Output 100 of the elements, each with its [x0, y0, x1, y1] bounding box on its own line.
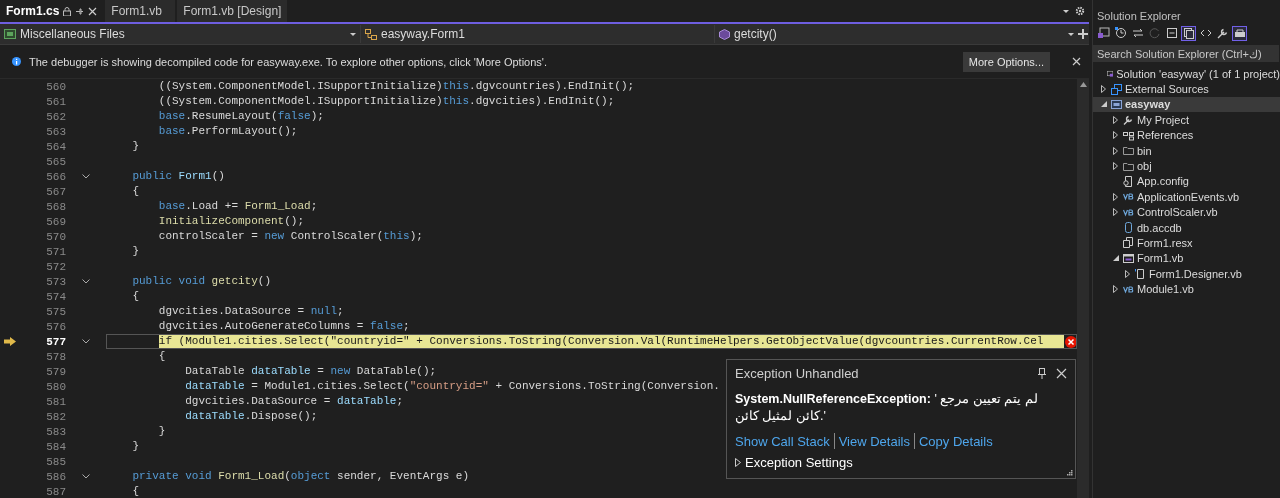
code-line: { [158, 349, 166, 364]
stacked-windows-icon [1111, 83, 1122, 95]
file-tab[interactable]: Form1.vb [105, 0, 176, 22]
toolbar-button[interactable] [1232, 25, 1247, 41]
line-number: 585 [45, 455, 66, 468]
project-dropdown[interactable]: Miscellaneous Files [0, 25, 360, 43]
line-number: 587 [45, 485, 66, 498]
line-number: 586 [45, 470, 66, 483]
line-number: 574 [45, 290, 66, 303]
collapse-chevron-icon[interactable] [82, 474, 90, 479]
refresh-icon [1148, 27, 1161, 39]
collapse-chevron-icon[interactable] [82, 339, 90, 344]
close-icon[interactable] [1056, 368, 1067, 379]
tree-item[interactable]: App.config [1093, 173, 1280, 190]
show-all-files-icon [1182, 27, 1195, 39]
code-line: DataTable dataTable = new DataTable(); [185, 364, 437, 379]
tree-item[interactable]: db.accdb [1093, 219, 1280, 236]
wrench-icon [1216, 27, 1229, 39]
dropdown-caret-icon[interactable] [1063, 9, 1069, 13]
collapse-chevron-icon[interactable] [82, 279, 90, 284]
class-icon [365, 28, 377, 40]
member-dropdown[interactable]: getcity() [714, 25, 1078, 43]
expand-triangle-icon[interactable] [1113, 115, 1118, 124]
popup-link[interactable]: View Details [838, 433, 910, 449]
code-line: } [132, 244, 139, 259]
line-number: 583 [45, 425, 66, 438]
toolbar-button[interactable] [1164, 25, 1179, 41]
expanded-triangle-icon[interactable] [1100, 101, 1107, 108]
tree-item[interactable]: obj [1093, 158, 1280, 174]
cube-icon [719, 28, 730, 40]
exception-settings-toggle[interactable]: Exception Settings [735, 455, 853, 470]
file-tab[interactable]: Form1.vb [Design] [177, 0, 288, 22]
code-line: ((System.ComponentModel.ISupportInitialize)this.dgvcountries).EndInit(); [158, 79, 635, 94]
close-icon[interactable] [1072, 57, 1081, 66]
code-line: } [158, 424, 166, 439]
code-line: public void getcity() [132, 274, 272, 289]
code-line: base.PerformLayout(); [158, 124, 298, 139]
tree-item[interactable]: Module1.vb [1093, 281, 1280, 297]
popup-link[interactable]: Show Call Stack [735, 433, 830, 449]
line-number: 579 [45, 365, 66, 378]
solution-icon [1097, 27, 1110, 39]
toolbar-button[interactable] [1113, 25, 1128, 41]
csharp-file-icon [4, 29, 16, 39]
tree-item[interactable]: Solution 'easyway' (1 of 1 project) [1093, 66, 1280, 82]
info-message: The debugger is showing decompiled code for easyway.exe. To explore other options, click 'More Options'. [29, 55, 548, 68]
line-number: 566 [45, 170, 66, 183]
tree-item[interactable]: Form1.resx [1093, 235, 1280, 251]
expand-triangle-icon[interactable] [1101, 85, 1106, 94]
scroll-up-icon[interactable] [1079, 82, 1087, 87]
tree-item[interactable]: Form1.Designer.vb [1093, 266, 1280, 282]
search-field[interactable]: Search Solution Explorer (Ctrl+ك) [1093, 45, 1279, 62]
expanded-triangle-icon[interactable] [1112, 255, 1119, 262]
line-number: 577 [45, 335, 66, 348]
expand-triangle-icon[interactable] [1113, 131, 1118, 140]
code-icon [1199, 27, 1212, 39]
tree-item[interactable]: External Sources [1093, 81, 1280, 97]
expand-triangle-icon[interactable] [1113, 285, 1118, 294]
more-options-button[interactable]: More Options... [962, 51, 1050, 72]
expand-triangle-icon[interactable] [1125, 269, 1130, 278]
type-dropdown[interactable]: easyway.Form1 [360, 25, 714, 43]
code-line: ((System.ComponentModel.ISupportInitialize)this.dgvcities).EndInit(); [158, 94, 615, 109]
line-number: 580 [45, 380, 66, 393]
tree-item[interactable]: easyway [1093, 96, 1280, 113]
toolbar-button[interactable] [1181, 25, 1196, 41]
code-line: { [132, 484, 139, 498]
resource-file-icon [1123, 237, 1134, 249]
pin-icon[interactable] [1038, 368, 1046, 379]
split-window-icon[interactable] [1078, 29, 1088, 39]
line-number: 561 [45, 95, 66, 108]
preview-icon [1233, 27, 1246, 39]
tree-item[interactable]: ApplicationEvents.vb [1093, 189, 1280, 205]
code-line: dgvcities.DataSource = dataTable; [185, 394, 404, 409]
tree-item[interactable]: References [1093, 127, 1280, 143]
tree-item[interactable]: ControlScaler.vb [1093, 204, 1280, 220]
tree-item[interactable]: Form1.vb [1093, 250, 1280, 267]
popup-link[interactable]: Copy Details [918, 433, 993, 449]
wrench-icon [1123, 114, 1134, 126]
close-icon[interactable] [88, 6, 98, 16]
expand-triangle-icon[interactable] [1113, 162, 1118, 171]
expand-triangle-icon[interactable] [1113, 146, 1118, 155]
collapse-chevron-icon[interactable] [82, 174, 90, 179]
code-line: { [132, 289, 139, 304]
resize-grip-icon[interactable] [1066, 469, 1073, 476]
line-number: 584 [45, 440, 66, 453]
line-number: 569 [45, 215, 66, 228]
line-number: 575 [45, 305, 66, 318]
code-line: dgvcities.AutoGenerateColumns = false; [158, 319, 410, 334]
expand-triangle-icon[interactable] [1113, 208, 1118, 217]
tree-item[interactable]: My Project [1093, 112, 1280, 128]
pin-icon[interactable] [75, 6, 85, 16]
code-line: } [132, 439, 139, 454]
line-number: 571 [45, 245, 66, 258]
expand-triangle-icon [735, 458, 741, 467]
expand-triangle-icon[interactable] [1113, 192, 1118, 201]
line-number: 578 [45, 350, 66, 363]
tree-item[interactable]: bin [1093, 142, 1280, 159]
vb-project-icon [1111, 98, 1122, 110]
scrollbar[interactable] [1077, 79, 1089, 498]
line-number: 581 [45, 395, 66, 408]
settings-icon[interactable] [1075, 6, 1085, 16]
